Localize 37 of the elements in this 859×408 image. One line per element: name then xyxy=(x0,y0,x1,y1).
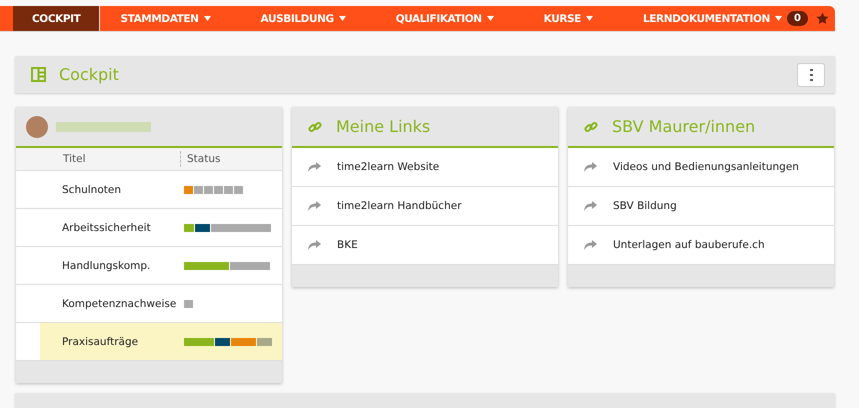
row-title: Arbeitssicherheit xyxy=(61,222,152,234)
column-header: Status xyxy=(180,151,282,167)
caret-icon xyxy=(586,16,593,21)
link-item[interactable]: SBV Bildung xyxy=(568,187,834,226)
more-icon xyxy=(810,68,812,80)
row-title: Kompetenznachweise xyxy=(61,298,178,310)
notification-count[interactable]: 0 xyxy=(787,11,808,26)
caret-icon xyxy=(486,16,494,21)
caret-icon xyxy=(204,16,211,21)
link-item[interactable]: Unterlagen auf bauberufe.ch xyxy=(568,226,834,265)
row-title: Schulnoten xyxy=(61,184,122,196)
row-title: Praxisaufträge xyxy=(61,336,140,348)
column-header: Titel xyxy=(62,152,87,167)
share-arrow-icon xyxy=(308,162,321,172)
row-title: Handlungskomp. xyxy=(61,260,152,272)
caret-icon xyxy=(774,16,782,21)
share-arrow-icon xyxy=(308,201,321,211)
dashboard-icon xyxy=(31,67,46,82)
link-item[interactable]: time2learn Website xyxy=(292,148,558,187)
share-arrow-icon xyxy=(584,162,597,172)
link-icon xyxy=(584,120,598,134)
link-item[interactable]: time2learn Handbücher xyxy=(292,187,558,226)
avatar xyxy=(26,116,48,138)
star-icon[interactable] xyxy=(816,12,829,25)
page-title: Cockpit xyxy=(59,65,119,84)
card-title: SBV Maurer/innen xyxy=(612,117,756,136)
caret-icon xyxy=(338,16,346,21)
share-arrow-icon xyxy=(584,201,597,211)
card-title: Meine Links xyxy=(336,117,430,136)
share-arrow-icon xyxy=(584,240,597,250)
link-item[interactable]: BKE xyxy=(292,226,558,265)
link-icon xyxy=(308,120,322,134)
share-arrow-icon xyxy=(308,240,321,250)
link-item[interactable]: Videos und Bedienungsanleitungen xyxy=(568,148,834,187)
nav-tab[interactable]: COCKPIT xyxy=(13,6,100,31)
table-row[interactable]: Praxisaufträge xyxy=(40,323,282,360)
menu-button[interactable] xyxy=(797,62,825,86)
